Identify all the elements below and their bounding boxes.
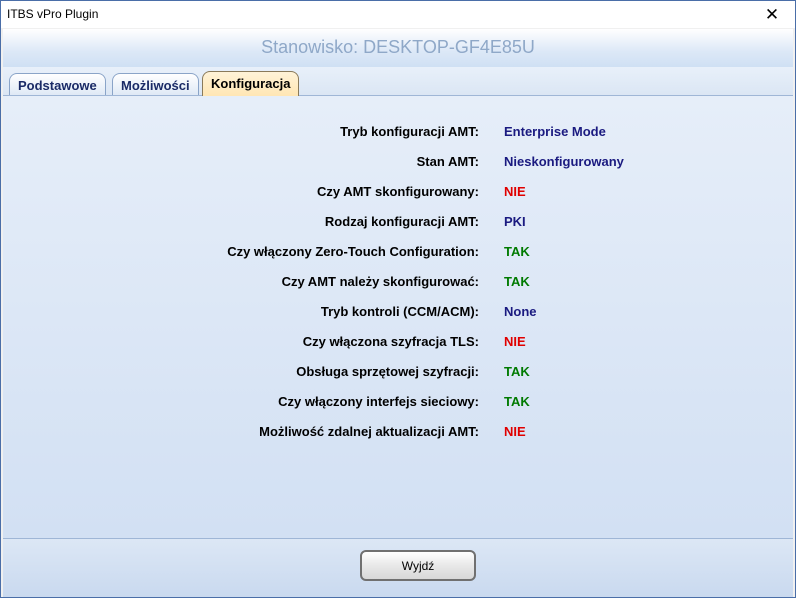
close-icon[interactable]: ✕ [749,1,795,28]
config-row: Możliwość zdalnej aktualizacji AMT: NIE [3,424,793,444]
config-value: None [504,304,537,319]
config-label: Możliwość zdalnej aktualizacji AMT: [259,424,479,439]
title-bar: ITBS vPro Plugin ✕ [1,1,795,28]
config-row: Czy włączony interfejs sieciowy: TAK [3,394,793,414]
config-row: Tryb konfiguracji AMT: Enterprise Mode [3,124,793,144]
header-panel: Stanowisko: DESKTOP-GF4E85U [3,29,793,68]
config-value: TAK [504,244,530,259]
tab-strip: Podstawowe Możliwości Konfiguracja [3,67,793,96]
config-row: Obsługa sprzętowej szyfracji: TAK [3,364,793,384]
window-title: ITBS vPro Plugin [7,7,99,21]
config-value: PKI [504,214,526,229]
config-label: Rodzaj konfiguracji AMT: [324,214,479,229]
config-label: Stan AMT: [416,154,479,169]
exit-button[interactable]: Wyjdź [360,550,476,581]
tab-konfiguracja[interactable]: Konfiguracja [202,71,300,96]
plugin-window: ITBS vPro Plugin ✕ Stanowisko: DESKTOP-G… [0,0,796,598]
config-row: Czy AMT należy skonfigurować: TAK [3,274,793,294]
config-row: Stan AMT: Nieskonfigurowany [3,154,793,174]
config-value: NIE [504,334,526,349]
config-label: Czy włączona szyfracja TLS: [302,334,479,349]
config-value: TAK [504,364,530,379]
footer-panel: Wyjdź [3,538,793,597]
config-value: NIE [504,184,526,199]
config-value: TAK [504,274,530,289]
config-value: Enterprise Mode [504,124,606,139]
config-label: Czy AMT należy skonfigurować: [281,274,479,289]
config-row: Czy AMT skonfigurowany: NIE [3,184,793,204]
config-row: Rodzaj konfiguracji AMT: PKI [3,214,793,234]
config-label: Obsługa sprzętowej szyfracji: [296,364,479,379]
config-label: Czy AMT skonfigurowany: [316,184,479,199]
config-label: Czy włączony Zero-Touch Configuration: [227,244,479,259]
config-label: Tryb konfiguracji AMT: [340,124,479,139]
tab-podstawowe[interactable]: Podstawowe [9,73,106,95]
configuration-panel: Tryb konfiguracji AMT: Enterprise Mode Sta… [3,96,793,538]
config-label: Tryb kontroli (CCM/ACM): [320,304,479,319]
station-name: Stanowisko: DESKTOP-GF4E85U [261,37,535,57]
config-label: Czy włączony interfejs sieciowy: [278,394,479,409]
config-row: Czy włączona szyfracja TLS: NIE [3,334,793,354]
config-value: TAK [504,394,530,409]
config-value: NIE [504,424,526,439]
tab-mozliwosci[interactable]: Możliwości [112,73,199,95]
config-row: Tryb kontroli (CCM/ACM): None [3,304,793,324]
config-value: Nieskonfigurowany [504,154,624,169]
config-row: Czy włączony Zero-Touch Configuration: TA… [3,244,793,264]
